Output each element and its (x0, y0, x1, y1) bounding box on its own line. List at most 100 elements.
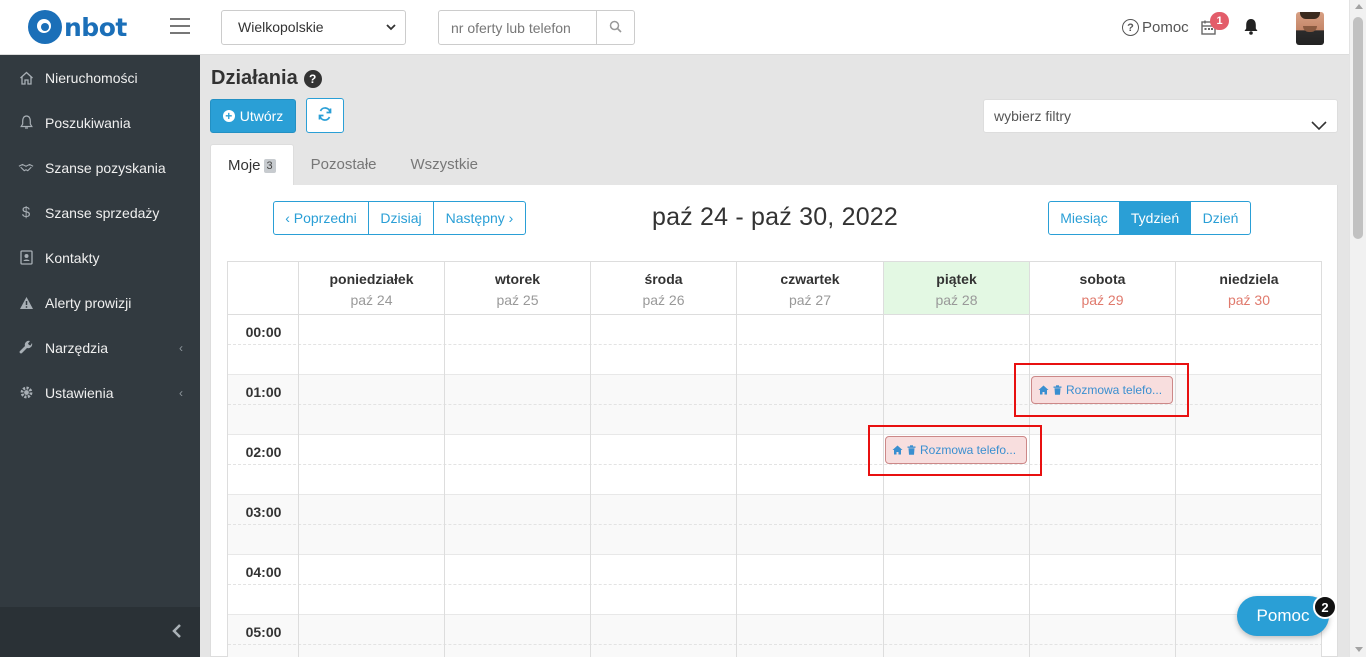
time-slot[interactable] (228, 465, 1321, 495)
prev-button[interactable]: ‹ Poprzedni (273, 201, 369, 235)
sidebar-item-narzedzia[interactable]: Narzędzia ‹ (0, 325, 200, 370)
question-circle-icon: ? (1122, 19, 1139, 36)
tab-label: Wszystkie (410, 156, 479, 173)
sidebar-item-label: Szanse pozyskania (45, 159, 166, 176)
filter-select-placeholder: wybierz filtry (994, 108, 1072, 124)
sidebar-item-alerty-prowizji[interactable]: Alerty prowizji (0, 280, 200, 325)
time-slot[interactable] (228, 555, 1321, 585)
view-day-button[interactable]: Dzień (1190, 201, 1251, 235)
sidebar-item-label: Szanse sprzedaży (45, 204, 160, 221)
column-divider (444, 315, 445, 657)
tab-pozostale[interactable]: Pozostałe (294, 144, 394, 185)
hamburger-icon[interactable] (170, 18, 190, 36)
time-slot[interactable] (228, 585, 1321, 615)
dollar-icon: $ (21, 204, 31, 221)
next-button[interactable]: Następny › (433, 201, 526, 235)
create-button[interactable]: + Utwórz (210, 99, 296, 133)
day-header-monday: poniedziałek paź 24 (299, 262, 445, 315)
hour-label: 05:00 (245, 624, 282, 640)
create-button-label: Utwórz (239, 108, 284, 124)
gear-icon (18, 385, 34, 401)
help-link[interactable]: ? Pomoc (1122, 19, 1189, 36)
logo-mark (28, 10, 62, 44)
tab-wszystkie[interactable]: Wszystkie (394, 144, 496, 185)
time-slot[interactable] (228, 495, 1321, 525)
sidebar-collapse-button[interactable] (0, 607, 200, 657)
view-month-button[interactable]: Miesiąc (1048, 201, 1120, 235)
day-header-tuesday: wtorek paź 25 (445, 262, 591, 315)
day-header-sunday: niedziela paź 30 (1176, 262, 1321, 315)
time-slot[interactable] (228, 525, 1321, 555)
page-title: Działania ? (211, 67, 322, 90)
view-week-button[interactable]: Tydzień (1119, 201, 1191, 235)
sidebar-item-label: Nieruchomości (45, 69, 138, 86)
day-name: czwartek (780, 271, 840, 287)
sidebar: Nieruchomości Poszukiwania Szanse pozysk… (0, 55, 200, 657)
day-name: środa (644, 271, 683, 287)
day-date: paź 30 (1227, 292, 1271, 308)
logo-text: nbot (64, 12, 127, 42)
day-header-wednesday: środa paź 26 (591, 262, 737, 315)
help-link-label: Pomoc (1142, 19, 1189, 36)
calendar-range-title: paź 24 - paź 30, 2022 (651, 203, 899, 231)
warning-icon (18, 295, 34, 311)
chevron-down-icon (1311, 110, 1327, 142)
chevron-left-icon: ‹ (179, 340, 183, 355)
day-name: wtorek (494, 271, 541, 287)
search-box (438, 10, 635, 45)
highlight-box (1014, 363, 1189, 417)
day-date: paź 29 (1081, 292, 1124, 308)
hour-label: 03:00 (245, 504, 282, 520)
region-select[interactable]: Wielkopolskie (221, 10, 406, 45)
day-name: sobota (1079, 271, 1126, 287)
sidebar-item-ustawienia[interactable]: Ustawienia ‹ (0, 370, 200, 415)
scroll-thumb[interactable] (1353, 17, 1363, 239)
day-header-saturday: sobota paź 29 (1030, 262, 1176, 315)
region-select-value: Wielkopolskie (238, 19, 324, 35)
today-button[interactable]: Dzisiaj (368, 201, 434, 235)
scroll-down-arrow[interactable] (1355, 647, 1363, 652)
question-circle-icon[interactable]: ? (303, 69, 322, 88)
chevron-down-icon (385, 11, 397, 57)
tab-moje[interactable]: Moje 3 (210, 144, 294, 186)
column-divider (298, 315, 299, 657)
hour-label: 02:00 (245, 444, 282, 460)
handshake-icon (18, 160, 34, 176)
sidebar-item-poszukiwania[interactable]: Poszukiwania (0, 100, 200, 145)
tab-count-badge: 3 (263, 158, 276, 173)
hour-label: 01:00 (245, 384, 282, 400)
day-header-friday: piątek paź 28 (884, 262, 1030, 315)
tab-label: Moje (228, 157, 261, 174)
time-slot[interactable] (228, 435, 1321, 465)
sidebar-item-nieruchomosci[interactable]: Nieruchomości (0, 55, 200, 100)
sidebar-item-kontakty[interactable]: Kontakty (0, 235, 200, 280)
time-slot[interactable] (228, 645, 1321, 657)
search-icon (609, 20, 622, 36)
time-slot[interactable] (228, 615, 1321, 645)
page-scrollbar[interactable] (1349, 0, 1366, 657)
sidebar-item-label: Kontakty (45, 249, 100, 266)
time-slot[interactable] (228, 315, 1321, 345)
wrench-icon (18, 340, 34, 356)
refresh-button[interactable] (306, 98, 344, 133)
top-header: nbot Wielkopolskie ? Pomoc 1 (0, 0, 1349, 55)
chevron-left-icon (172, 623, 182, 642)
search-button[interactable] (596, 11, 634, 44)
sidebar-item-label: Narzędzia (45, 339, 109, 356)
day-date: paź 25 (496, 292, 539, 308)
search-input[interactable] (439, 11, 597, 44)
column-divider (736, 315, 737, 657)
sidebar-item-label: Alerty prowizji (45, 294, 132, 311)
sidebar-item-szanse-sprzedazy[interactable]: $ Szanse sprzedaży (0, 190, 200, 235)
bell-icon[interactable] (1243, 18, 1259, 38)
logo[interactable]: nbot (28, 10, 127, 44)
hour-label: 00:00 (245, 324, 282, 340)
avatar[interactable] (1296, 12, 1324, 45)
day-header-thursday: czwartek paź 27 (737, 262, 884, 315)
scroll-up-arrow[interactable] (1355, 4, 1363, 9)
filter-select[interactable]: wybierz filtry (983, 99, 1338, 133)
sidebar-item-szanse-pozyskania[interactable]: Szanse pozyskania (0, 145, 200, 190)
tab-label: Pozostałe (310, 156, 377, 173)
plus-circle-icon: + (222, 110, 235, 122)
calendar-view-group: Miesiąc Tydzień Dzień (1048, 201, 1251, 235)
